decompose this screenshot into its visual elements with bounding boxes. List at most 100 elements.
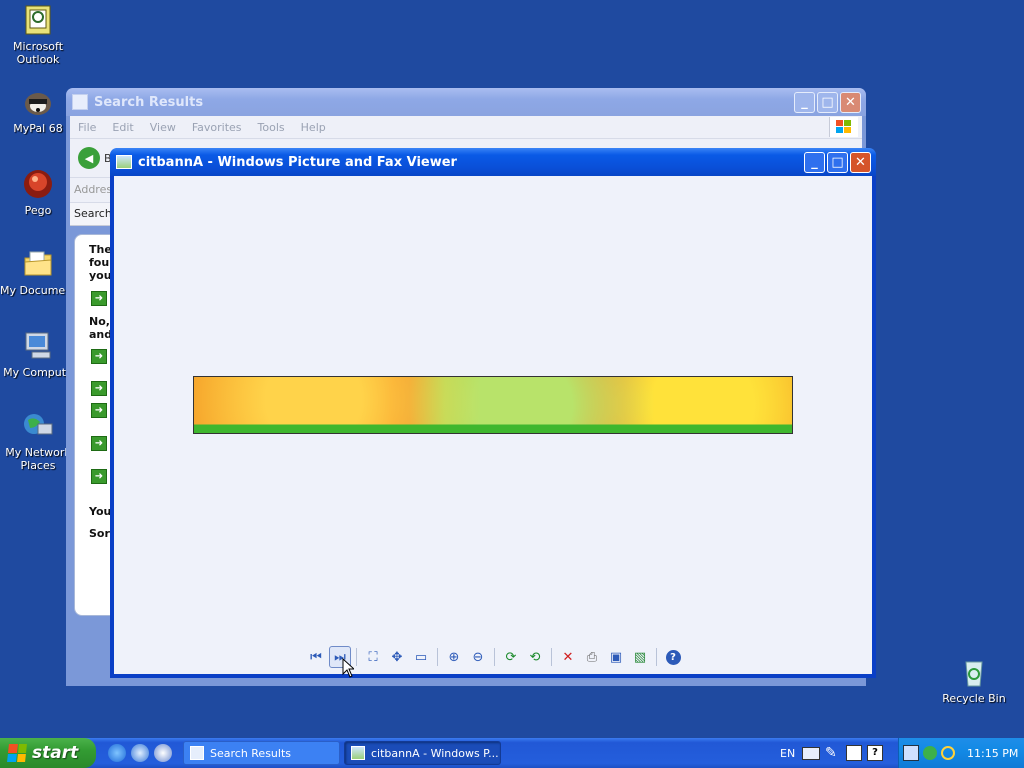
search-tray-icon[interactable] xyxy=(941,746,955,760)
rotate-clockwise-button[interactable]: ⟳ xyxy=(500,646,522,668)
desktop-icon-outlook[interactable]: Microsoft Outlook xyxy=(0,4,76,66)
picture-viewer-window[interactable]: citbannA - Windows Picture and Fax Viewe… xyxy=(110,148,876,678)
back-arrow-icon: ◀ xyxy=(78,147,100,169)
search-results-titlebar[interactable]: Search Results _ □ ✕ xyxy=(66,88,866,116)
menu-bar: File Edit View Favorites Tools Help xyxy=(70,116,862,139)
best-fit-button[interactable]: ⛶ xyxy=(362,646,384,668)
system-tray: 11:15 PM xyxy=(898,738,1024,768)
desktop-icon-label: Recycle Bin xyxy=(942,692,1006,705)
edit-image-icon: ▧ xyxy=(633,649,647,665)
picture-viewer-canvas: ⏮ ⏭ ⛶ ✥ ▭ ⊕ ⊖ ⟳ ⟲ ✕ ⎙ ▣ ▧ ? xyxy=(114,176,872,674)
internet-explorer-icon[interactable] xyxy=(108,744,126,762)
taskbar-item-picture-viewer[interactable]: citbannA - Windows P... xyxy=(344,741,501,765)
actual-size-icon: ✥ xyxy=(391,649,403,665)
desktop-icon-mypal[interactable]: MyPal 68 xyxy=(0,86,76,135)
desktop-icon-label: Pego xyxy=(24,204,52,217)
media-player-icon[interactable] xyxy=(154,744,172,762)
arrow-icon[interactable]: ➜ xyxy=(91,381,107,396)
menu-help[interactable]: Help xyxy=(301,121,326,134)
arrow-icon[interactable]: ➜ xyxy=(91,469,107,484)
toolbar-separator xyxy=(437,648,438,666)
menu-edit[interactable]: Edit xyxy=(112,121,133,134)
search-window-icon xyxy=(72,94,88,110)
security-tray-icon[interactable] xyxy=(923,746,937,760)
save-button[interactable]: ▣ xyxy=(605,646,627,668)
handwriting-icon[interactable] xyxy=(846,745,862,761)
language-indicator[interactable]: EN xyxy=(780,747,795,760)
mypal-icon xyxy=(22,86,54,118)
pen-icon[interactable]: ✎ xyxy=(825,745,837,761)
search-results-task-icon xyxy=(190,746,204,760)
panel-text: You xyxy=(89,505,112,518)
rotate-clockwise-icon: ⟳ xyxy=(505,649,517,665)
maximize-button[interactable]: □ xyxy=(817,92,838,113)
taskbar-item-search-results[interactable]: Search Results xyxy=(183,741,340,765)
minimize-button[interactable]: _ xyxy=(794,92,815,113)
arrow-icon[interactable]: ➜ xyxy=(91,436,107,451)
pego-icon xyxy=(22,168,54,200)
help-tray-icon[interactable]: ? xyxy=(867,745,883,761)
close-icon: ✕ xyxy=(845,95,856,110)
picture-viewer-titlebar[interactable]: citbannA - Windows Picture and Fax Viewe… xyxy=(110,148,876,176)
best-fit-icon: ⛶ xyxy=(368,649,378,665)
desktop-icon-my-documents[interactable]: My Document xyxy=(0,248,76,297)
rotate-counterclockwise-button[interactable]: ⟲ xyxy=(524,646,546,668)
delete-button[interactable]: ✕ xyxy=(557,646,579,668)
menu-favorites[interactable]: Favorites xyxy=(192,121,242,134)
previous-icon: ⏮ xyxy=(310,649,322,665)
desktop-icon-label: MyPal 68 xyxy=(13,122,63,135)
arrow-icon[interactable]: ➜ xyxy=(91,349,107,364)
toolbar-separator xyxy=(656,648,657,666)
arrow-icon[interactable]: ➜ xyxy=(91,291,107,306)
minimize-icon: _ xyxy=(811,155,818,170)
print-icon: ⎙ xyxy=(586,649,598,665)
zoom-in-icon: ⊕ xyxy=(448,649,460,665)
keyboard-icon[interactable] xyxy=(802,747,820,760)
previous-image-button[interactable]: ⏮ xyxy=(305,646,327,668)
desktop-icon-recycle-bin[interactable]: Recycle Bin xyxy=(936,656,1012,705)
maximize-icon: □ xyxy=(831,155,844,170)
menu-view[interactable]: View xyxy=(150,121,176,134)
start-button[interactable]: start xyxy=(0,738,96,768)
back-button[interactable]: ◀ B xyxy=(78,147,112,169)
folder-icon xyxy=(22,248,54,280)
outlook-icon xyxy=(22,4,54,36)
picture-viewer-task-icon xyxy=(351,746,365,760)
slideshow-button[interactable]: ▭ xyxy=(410,646,432,668)
zoom-out-icon: ⊖ xyxy=(472,649,484,665)
network-icon xyxy=(22,410,54,442)
desktop-icon-label: My Document xyxy=(0,284,76,297)
print-button[interactable]: ⎙ xyxy=(581,646,603,668)
edit-button[interactable]: ▧ xyxy=(629,646,651,668)
task-label: citbannA - Windows P... xyxy=(371,746,499,760)
displayed-image xyxy=(193,376,793,434)
actual-size-button[interactable]: ✥ xyxy=(386,646,408,668)
desktop-icon-pego[interactable]: Pego xyxy=(0,168,76,217)
clock[interactable]: 11:15 PM xyxy=(967,747,1018,760)
toolbar-separator xyxy=(356,648,357,666)
panel-line: and xyxy=(89,328,113,341)
menu-file[interactable]: File xyxy=(78,121,96,134)
minimize-button[interactable]: _ xyxy=(804,152,825,173)
panel-text-block: No, and xyxy=(89,315,112,341)
network-tray-icon[interactable] xyxy=(903,745,919,761)
close-button[interactable]: ✕ xyxy=(840,92,861,113)
maximize-button[interactable]: □ xyxy=(827,152,848,173)
desktop-icon-my-network[interactable]: My Network Places xyxy=(0,410,76,472)
rotate-counterclockwise-icon: ⟲ xyxy=(529,649,541,665)
menu-tools[interactable]: Tools xyxy=(258,121,285,134)
desktop-icon-label: My Network Places xyxy=(5,446,71,472)
zoom-out-button[interactable]: ⊖ xyxy=(467,646,489,668)
toolbar-separator xyxy=(551,648,552,666)
panel-line: No, xyxy=(89,315,110,328)
outlook-express-icon[interactable] xyxy=(131,744,149,762)
help-button[interactable]: ? xyxy=(662,646,684,668)
zoom-in-button[interactable]: ⊕ xyxy=(443,646,465,668)
address-label: Addres xyxy=(74,183,113,196)
mouse-cursor-icon xyxy=(342,657,356,678)
desktop-icon-my-computer[interactable]: My Compute xyxy=(0,330,76,379)
search-label: Search xyxy=(74,207,112,220)
close-button[interactable]: ✕ xyxy=(850,152,871,173)
task-label: Search Results xyxy=(210,746,292,760)
arrow-icon[interactable]: ➜ xyxy=(91,403,107,418)
